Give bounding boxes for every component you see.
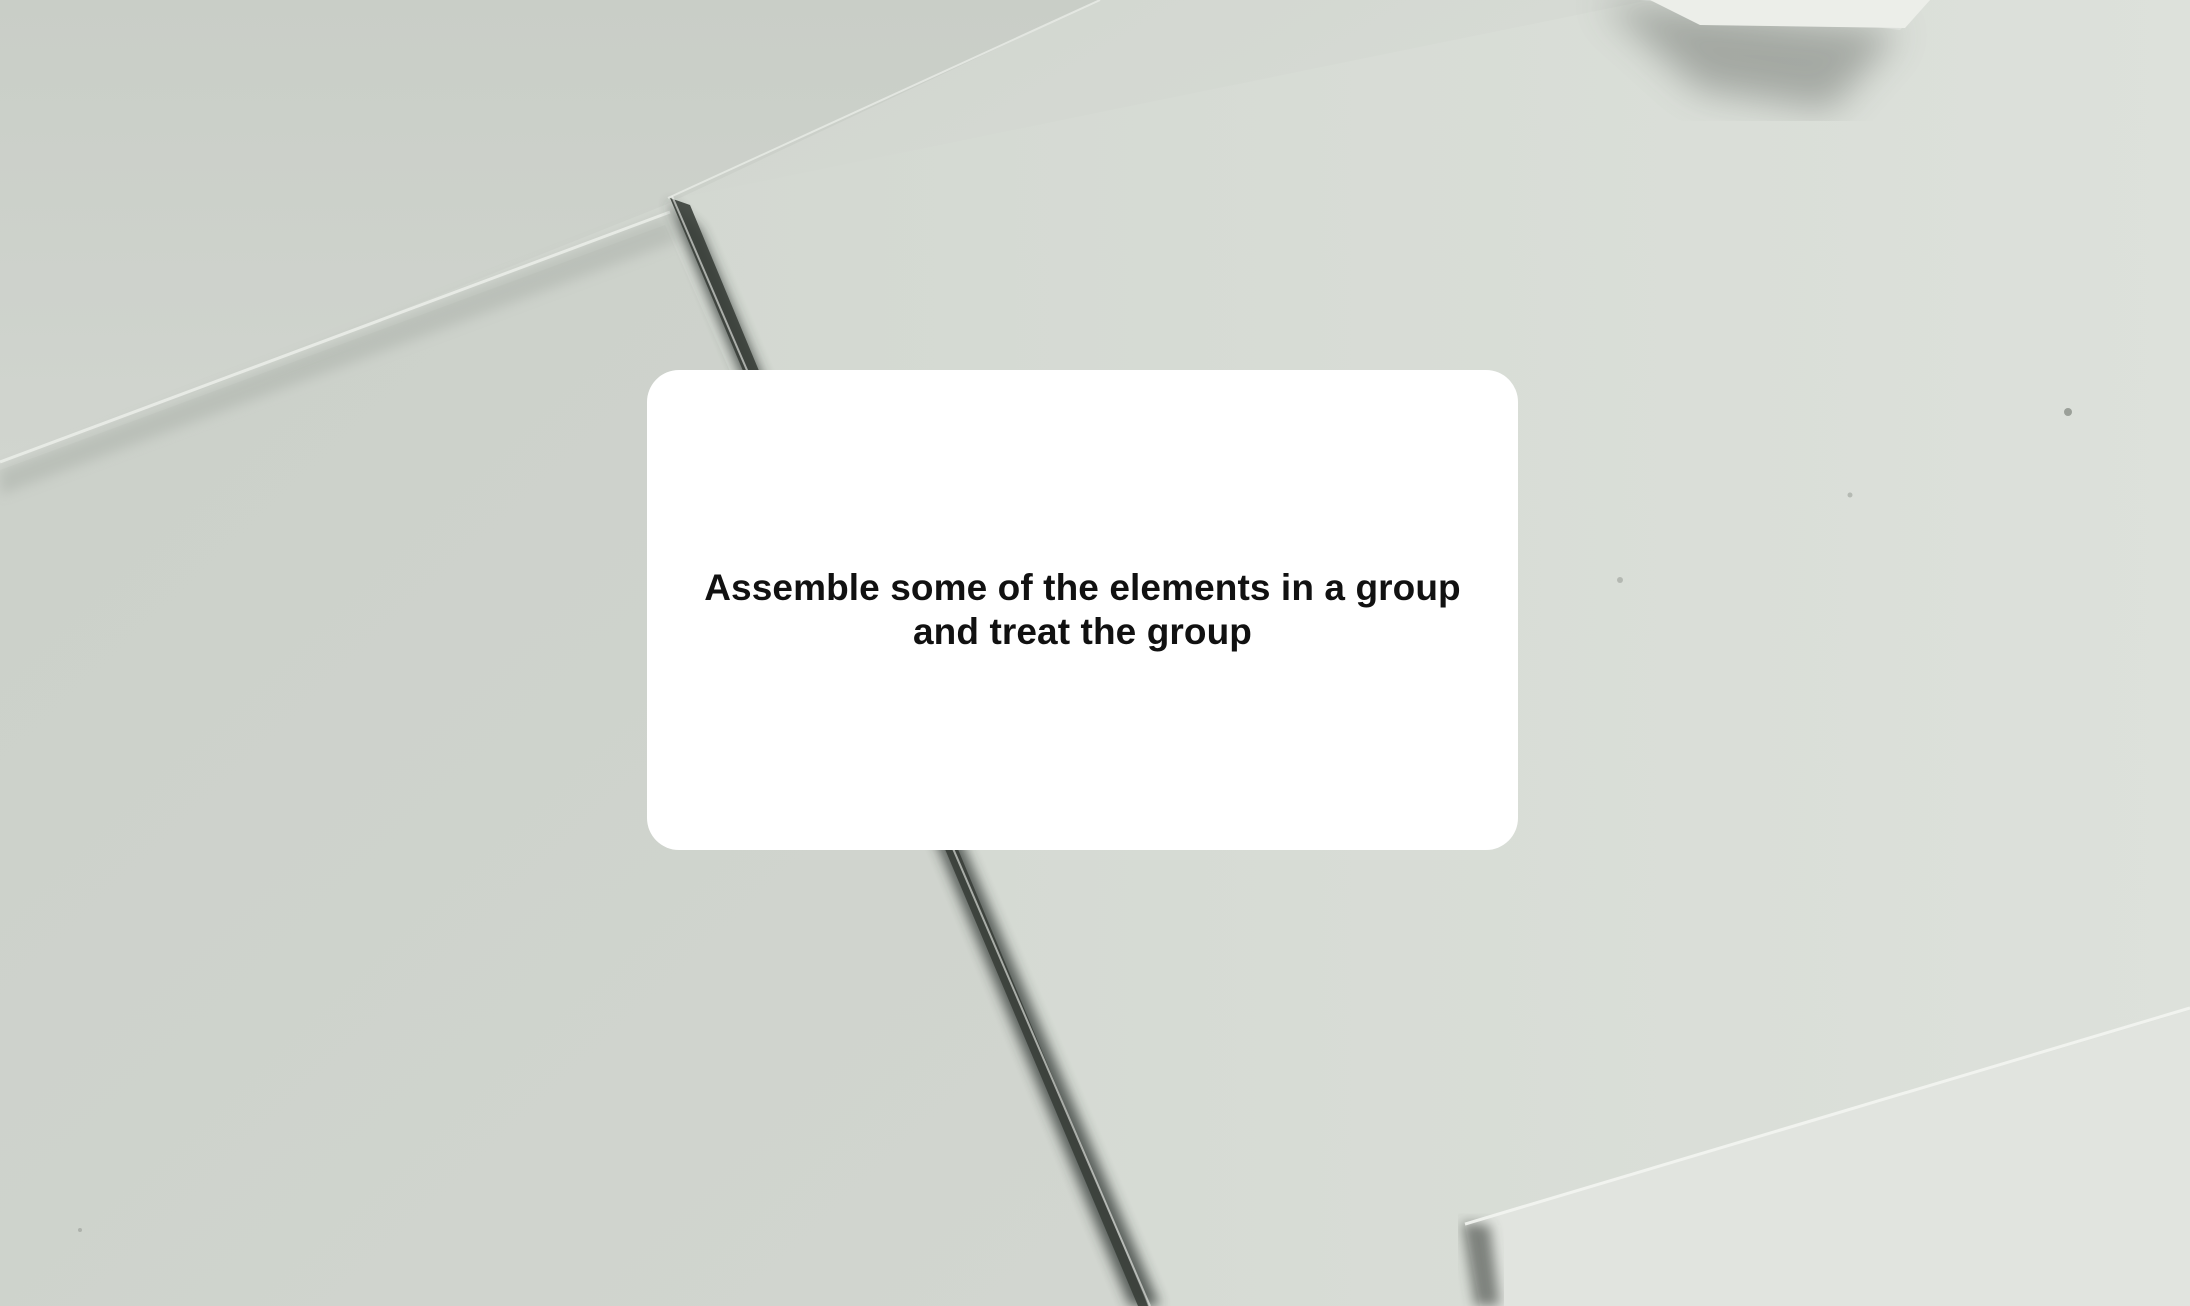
card-text: Assemble some of the elements in a group… — [704, 567, 1461, 652]
content-card: Assemble some of the elements in a group… — [647, 370, 1518, 850]
